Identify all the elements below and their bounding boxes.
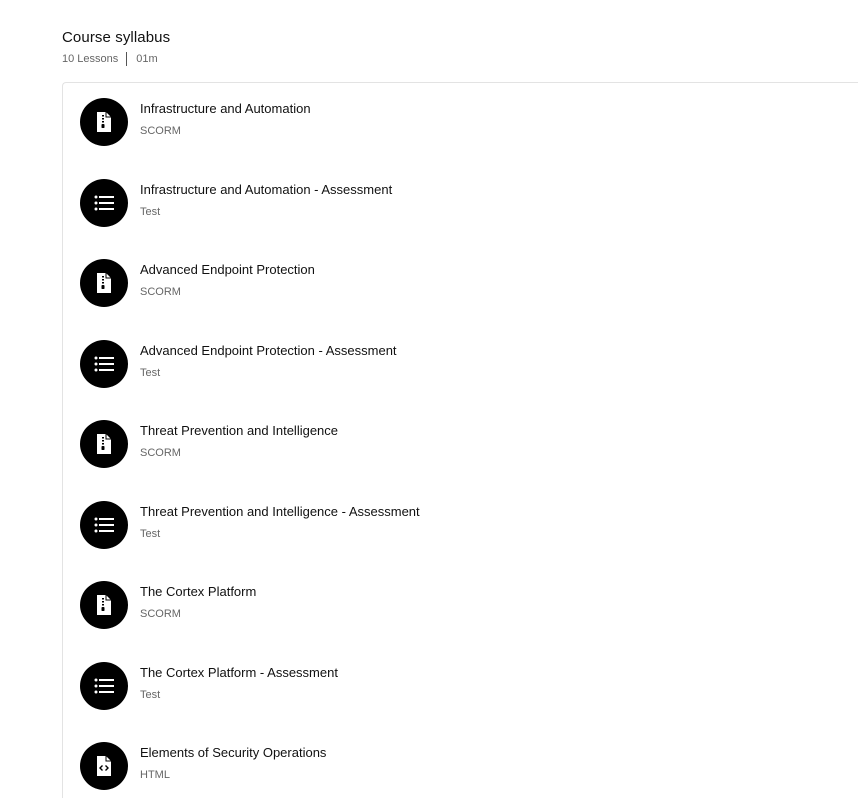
lesson-type: Test bbox=[140, 206, 161, 218]
zip-file-icon bbox=[80, 420, 128, 468]
lesson-title: Elements of Security Operations bbox=[140, 745, 327, 760]
list-icon bbox=[80, 501, 128, 549]
lesson-title: Threat Prevention and Intelligence bbox=[140, 423, 339, 438]
lesson-item[interactable]: Advanced Endpoint Protection SCORM bbox=[80, 259, 315, 307]
lesson-type: Test bbox=[140, 528, 161, 540]
lesson-item[interactable]: Threat Prevention and Intelligence - Ass… bbox=[80, 501, 420, 549]
lesson-title: The Cortex Platform - Assessment bbox=[140, 665, 338, 680]
lesson-type: SCORM bbox=[140, 447, 181, 459]
lesson-title: Advanced Endpoint Protection - Assessmen… bbox=[140, 343, 397, 358]
lesson-item[interactable]: The Cortex Platform SCORM bbox=[80, 581, 256, 629]
lesson-type: Test bbox=[140, 367, 161, 379]
lesson-title: Infrastructure and Automation - Assessme… bbox=[140, 182, 393, 197]
lesson-title: Advanced Endpoint Protection bbox=[140, 262, 315, 277]
zip-file-icon bbox=[80, 581, 128, 629]
list-icon bbox=[80, 340, 128, 388]
lesson-type: SCORM bbox=[140, 286, 181, 298]
lesson-type: Test bbox=[140, 689, 161, 701]
meta-divider bbox=[126, 52, 128, 66]
course-duration: 01m bbox=[136, 53, 158, 65]
lesson-item[interactable]: Advanced Endpoint Protection - Assessmen… bbox=[80, 340, 397, 388]
lessons-count: 10 Lessons bbox=[62, 53, 119, 65]
page-title: Course syllabus bbox=[62, 29, 171, 46]
lesson-item[interactable]: The Cortex Platform - Assessment Test bbox=[80, 662, 338, 710]
list-icon bbox=[80, 662, 128, 710]
lesson-item[interactable]: Threat Prevention and Intelligence SCORM bbox=[80, 420, 338, 468]
zip-file-icon bbox=[80, 98, 128, 146]
code-file-icon bbox=[80, 742, 128, 790]
lesson-item[interactable]: Elements of Security Operations HTML bbox=[80, 742, 326, 790]
lesson-item[interactable]: Infrastructure and Automation SCORM bbox=[80, 98, 311, 146]
syllabus-header: Course syllabus 10 Lessons 01m bbox=[62, 28, 170, 66]
lesson-title: Threat Prevention and Intelligence - Ass… bbox=[140, 504, 420, 519]
lesson-type: HTML bbox=[140, 769, 170, 781]
lesson-type: SCORM bbox=[140, 125, 181, 137]
list-icon bbox=[80, 179, 128, 227]
syllabus-meta: 10 Lessons 01m bbox=[62, 52, 170, 66]
lesson-type: SCORM bbox=[140, 608, 181, 620]
zip-file-icon bbox=[80, 259, 128, 307]
lesson-title: The Cortex Platform bbox=[140, 584, 257, 599]
lesson-title: Infrastructure and Automation bbox=[140, 101, 311, 116]
lesson-item[interactable]: Infrastructure and Automation - Assessme… bbox=[80, 179, 392, 227]
lessons-panel: Infrastructure and Automation SCORM Infr… bbox=[62, 82, 858, 798]
